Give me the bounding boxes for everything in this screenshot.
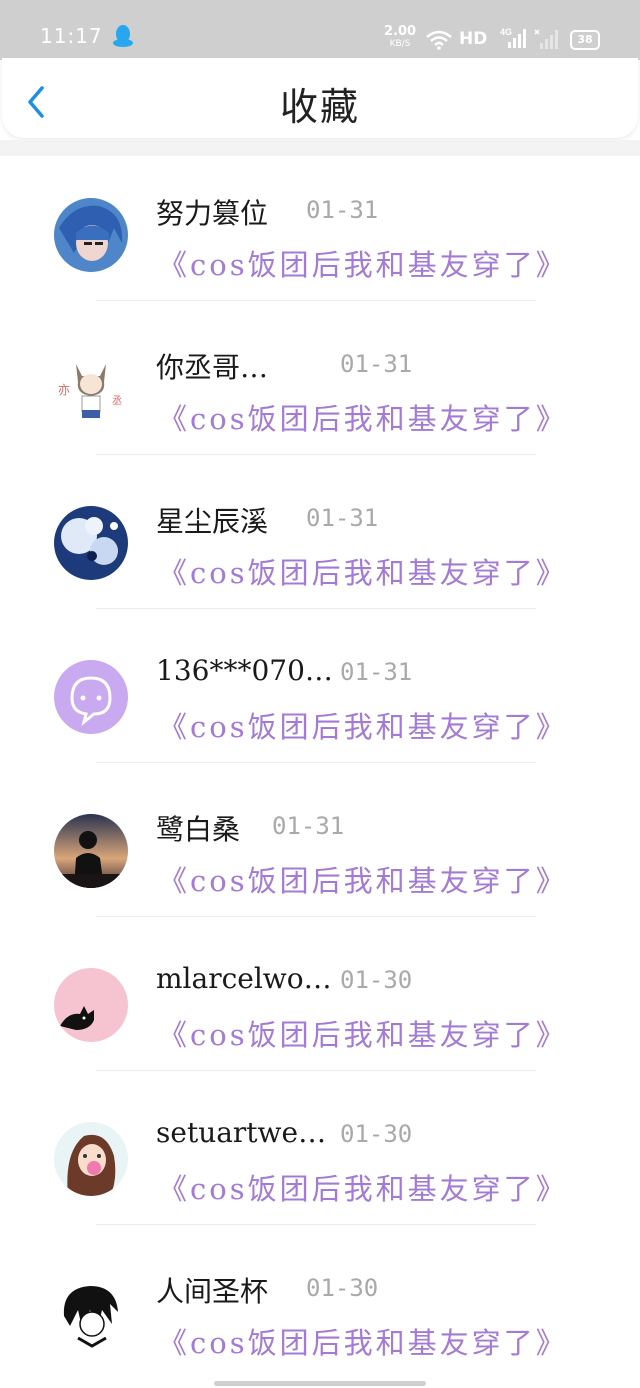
wifi-icon xyxy=(426,30,452,50)
signal-sim2-icon xyxy=(534,29,558,49)
status-bar: 11:17 2.00 KB/S HD 4G 38 xyxy=(0,0,640,60)
avatar[interactable]: 亦丞 xyxy=(54,352,128,426)
user-name: mlarcelwo… xyxy=(156,962,332,995)
qq-icon xyxy=(113,25,133,47)
item-date: 01-31 xyxy=(306,196,379,224)
post-title[interactable]: 《cos饭团后我和基友穿了》 xyxy=(158,1320,568,1362)
avatar[interactable] xyxy=(54,506,128,580)
divider xyxy=(96,1070,536,1071)
battery-icon: 38 xyxy=(570,30,600,50)
item-date: 01-30 xyxy=(340,966,413,994)
divider xyxy=(96,608,536,609)
hd-indicator: HD xyxy=(459,29,488,49)
avatar[interactable] xyxy=(54,814,128,888)
post-title[interactable]: 《cos饭团后我和基友穿了》 xyxy=(158,1166,568,1208)
user-name: 努力篡位 xyxy=(156,197,269,230)
item-date: 01-30 xyxy=(306,1274,379,1302)
avatar[interactable] xyxy=(54,660,128,734)
svg-text:丞: 丞 xyxy=(112,395,122,407)
list-item[interactable]: mlarcelwo… 01-30 《cos饭团后我和基友穿了》 xyxy=(0,926,640,1080)
item-date: 01-31 xyxy=(340,350,413,378)
list-item[interactable]: 136***070… 01-31 《cos饭团后我和基友穿了》 xyxy=(0,618,640,772)
divider xyxy=(96,762,536,763)
list-item[interactable]: setuartwe… 01-30 《cos饭团后我和基友穿了》 xyxy=(0,1080,640,1234)
divider xyxy=(96,454,536,455)
avatar[interactable] xyxy=(54,198,128,272)
list-item[interactable]: 人间圣杯 01-30 《cos饭团后我和基友穿了》 xyxy=(0,1234,640,1388)
post-title[interactable]: 《cos饭团后我和基友穿了》 xyxy=(158,396,568,438)
post-title[interactable]: 《cos饭团后我和基友穿了》 xyxy=(158,704,568,746)
post-title[interactable]: 《cos饭团后我和基友穿了》 xyxy=(158,858,568,900)
item-date: 01-31 xyxy=(306,504,379,532)
user-name: 你丞哥… xyxy=(156,351,269,384)
favorites-list: 努力篡位 01-31 《cos饭团后我和基友穿了》 亦丞 你丞哥… 01-31 … xyxy=(0,156,640,1388)
post-title[interactable]: 《cos饭团后我和基友穿了》 xyxy=(158,242,568,284)
network-type: 4G xyxy=(500,27,512,37)
divider xyxy=(96,300,536,301)
divider xyxy=(96,1224,536,1225)
user-name: setuartwe… xyxy=(156,1116,327,1149)
post-title[interactable]: 《cos饭团后我和基友穿了》 xyxy=(158,550,568,592)
header-bar: 收藏 xyxy=(2,58,638,138)
post-title[interactable]: 《cos饭团后我和基友穿了》 xyxy=(158,1012,568,1054)
divider xyxy=(96,916,536,917)
speed-unit: KB/S xyxy=(389,39,411,49)
user-name: 人间圣杯 xyxy=(156,1275,269,1308)
page-title: 收藏 xyxy=(279,85,360,129)
item-date: 01-31 xyxy=(272,812,345,840)
list-item[interactable]: 鹭白桑 01-31 《cos饭团后我和基友穿了》 xyxy=(0,772,640,926)
user-name: 星尘辰溪 xyxy=(156,505,269,538)
home-indicator[interactable] xyxy=(214,1381,426,1386)
avatar[interactable] xyxy=(54,1276,128,1350)
svg-text:亦: 亦 xyxy=(58,382,70,397)
avatar[interactable] xyxy=(54,968,128,1042)
item-date: 01-31 xyxy=(340,658,413,686)
user-name: 鹭白桑 xyxy=(156,813,241,846)
signal-4g-icon: 4G xyxy=(500,27,526,48)
status-time: 11:17 xyxy=(40,24,103,48)
speed-value: 2.00 xyxy=(384,24,417,39)
header-divider xyxy=(0,140,640,156)
list-item[interactable]: 努力篡位 01-31 《cos饭团后我和基友穿了》 xyxy=(0,156,640,310)
network-speed: 2.00 KB/S xyxy=(384,24,417,50)
list-item[interactable]: 星尘辰溪 01-31 《cos饭团后我和基友穿了》 xyxy=(0,464,640,618)
avatar[interactable] xyxy=(54,1122,128,1196)
list-item[interactable]: 亦丞 你丞哥… 01-31 《cos饭团后我和基友穿了》 xyxy=(0,310,640,464)
item-date: 01-30 xyxy=(340,1120,413,1148)
user-name: 136***070… xyxy=(156,654,333,687)
